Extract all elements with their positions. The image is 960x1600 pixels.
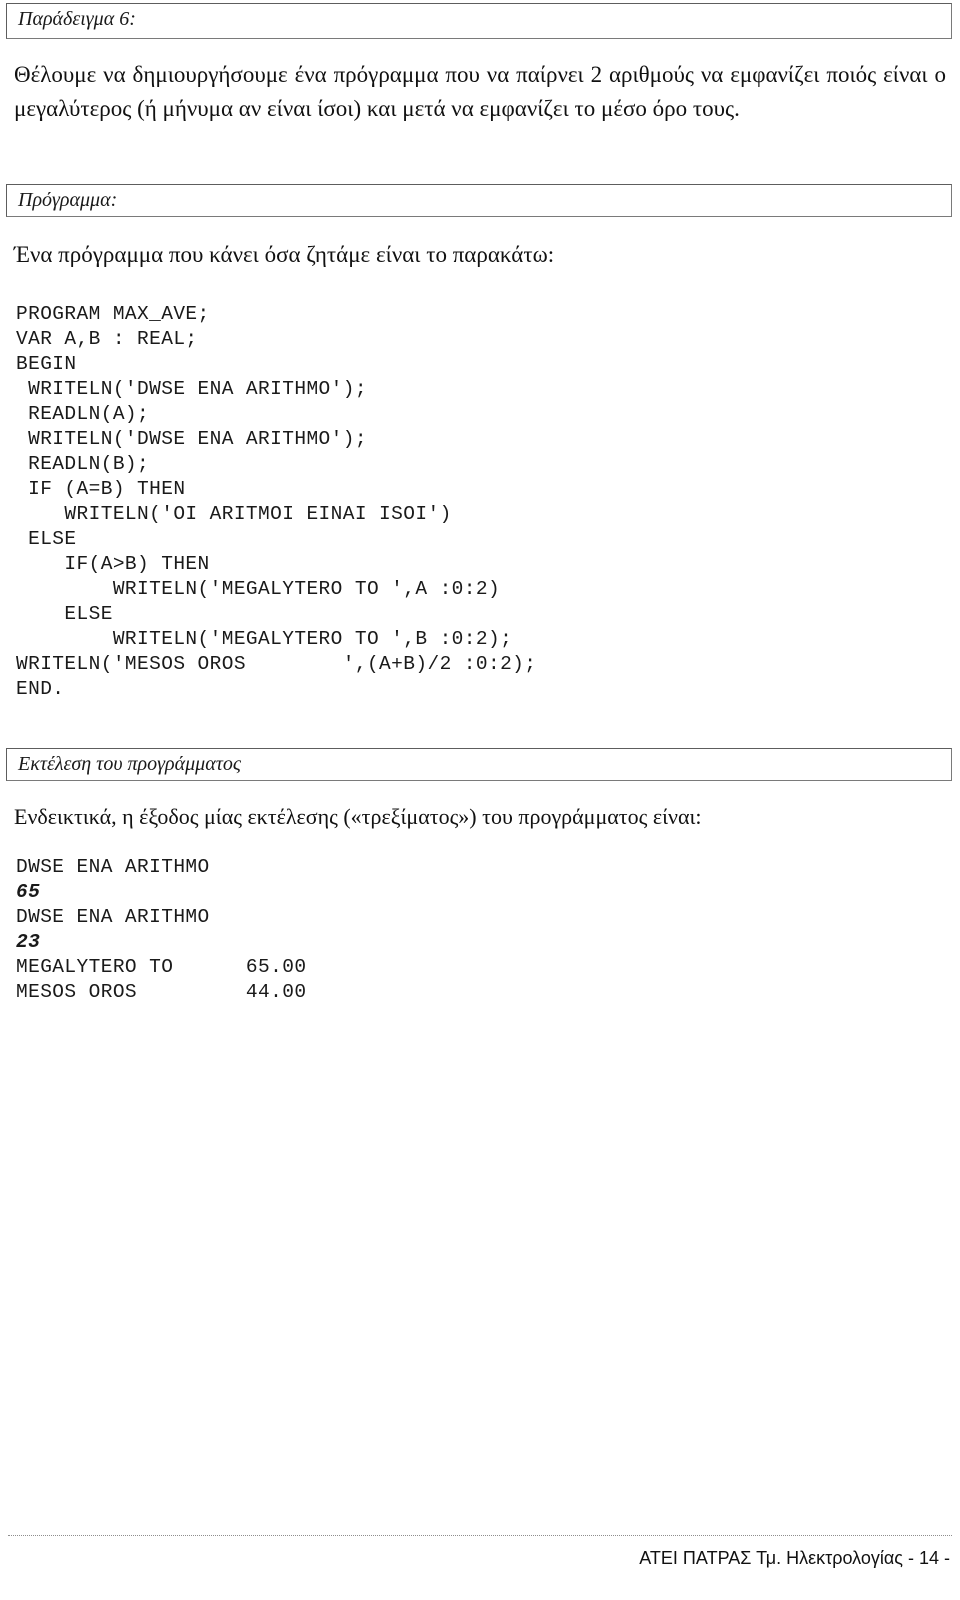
code-line: PROGRAM MAX_AVE;	[16, 303, 210, 325]
console-output-line: MEGALYTERO TO 65.00	[16, 956, 307, 978]
footer-divider	[8, 1535, 952, 1536]
section-heading-run-label: Εκτέλεση του προγράμματος	[18, 753, 241, 775]
console-output-line: DWSE ENA ARITHMO	[16, 856, 210, 878]
code-line: IF(A>B) THEN	[16, 553, 210, 575]
footer-text: ΑΤΕΙ ΠΑΤΡΑΣ Τμ. Ηλεκτρολογίας - 14 -	[639, 1548, 950, 1568]
code-line: WRITELN('MESOS OROS ',(A+B)/2 :0:2);	[16, 653, 537, 675]
console-transcript: DWSE ENA ARITHMO 65 DWSE ENA ARITHMO 23 MEGA…	[16, 855, 306, 1005]
code-line: ELSE	[16, 603, 113, 625]
code-line: IF (A=B) THEN	[16, 478, 186, 500]
code-line: WRITELN('OI ARITMOI EINAI ISOI')	[16, 503, 452, 525]
document-page: Παράδειγμα 6: Θέλουμε να δημιουργήσουμε …	[0, 0, 960, 1600]
section-heading-program: Πρόγραμμα:	[6, 184, 952, 217]
paragraph-output-lead: Ενδεικτικά, η έξοδος μίας εκτέλεσης («τρ…	[14, 804, 702, 829]
code-line: ELSE	[16, 528, 77, 550]
paragraph-intro: Θέλουμε να δημιουργήσουμε ένα πρόγραμμα …	[14, 62, 946, 121]
code-line: WRITELN('MEGALYTERO TO ',A :0:2)	[16, 578, 501, 600]
section-heading-example: Παράδειγμα 6:	[6, 3, 952, 39]
code-line: WRITELN('DWSE ENA ARITHMO');	[16, 378, 367, 400]
code-line: WRITELN('DWSE ENA ARITHMO');	[16, 428, 367, 450]
code-line: READLN(B);	[16, 453, 150, 475]
code-line: WRITELN('MEGALYTERO TO ',B :0:2);	[16, 628, 513, 650]
code-listing-pascal: PROGRAM MAX_AVE; VAR A,B : REAL; BEGIN WRI…	[16, 302, 536, 702]
paragraph-program-lead: Ένα πρόγραμμα που κάνει όσα ζητάμε είναι…	[14, 242, 555, 267]
console-user-input-line: 23	[16, 931, 41, 953]
section-heading-program-label: Πρόγραμμα:	[18, 189, 118, 211]
section-heading-example-label: Παράδειγμα 6:	[18, 8, 136, 30]
console-output-line: DWSE ENA ARITHMO	[16, 906, 210, 928]
console-output-line: MESOS OROS 44.00	[16, 981, 307, 1003]
code-line: READLN(A);	[16, 403, 150, 425]
code-line: VAR A,B : REAL;	[16, 328, 198, 350]
section-heading-run: Εκτέλεση του προγράμματος	[6, 748, 952, 781]
code-line: END.	[16, 678, 65, 700]
console-user-input-line: 65	[16, 881, 41, 903]
code-line: BEGIN	[16, 353, 77, 375]
